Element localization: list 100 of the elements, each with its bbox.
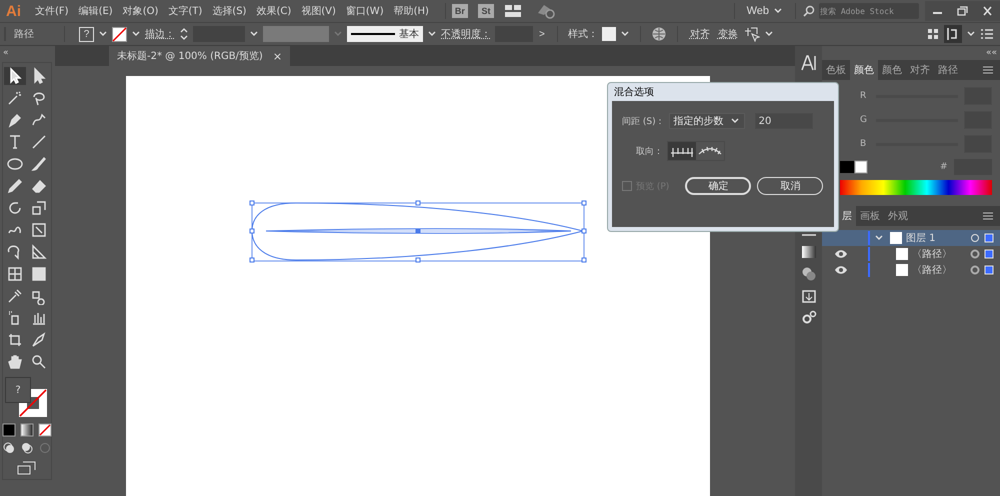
style-swatch[interactable] [602,27,616,41]
panel-tab[interactable]: 路径 [934,60,962,80]
panel-tab[interactable]: 颜色 [850,60,878,80]
steps-field[interactable]: 20 [754,113,813,129]
eyedropper-icon[interactable] [6,287,24,305]
app-logo: Ai [6,2,21,20]
transform-link[interactable]: 变换 [716,27,740,41]
menu-item[interactable]: 编辑(E) [78,4,113,18]
color-mode-icon[interactable] [2,423,16,437]
panel-menu-icon[interactable] [982,65,994,75]
expand-caret-icon[interactable] [874,234,884,242]
artboard-icon[interactable] [6,331,24,349]
path-thumbnail [896,248,908,260]
caret-icon[interactable] [764,30,774,38]
sublayer-row[interactable]: 〈路径〉 [822,262,1000,278]
panel-tab[interactable]: 颜色 [878,60,906,80]
menu-item[interactable]: 文字(T) [168,4,202,18]
scale-icon[interactable] [30,199,48,217]
selection-square-icon[interactable] [984,265,994,275]
menu-item[interactable]: 文件(F) [35,4,69,18]
workspace-switcher[interactable]: Web [740,5,789,17]
caret-icon[interactable] [427,30,437,38]
ok-button[interactable]: 确定 [685,177,752,195]
stock-search-field[interactable]: 搜索 Adobe Stock [819,3,919,19]
align-to-page-button[interactable] [668,142,696,160]
character-icon[interactable] [800,54,818,72]
screen-mode-icon[interactable] [17,461,37,475]
panel-tab[interactable]: 外观 [884,206,912,226]
cancel-button[interactable]: 取消 [757,177,824,195]
caret-icon[interactable] [249,30,259,38]
draw-mode-icon[interactable] [2,441,16,455]
orientation-label: 取向： [636,146,663,158]
document-tab[interactable]: 未标题-2* @ 100% (RGB/预览) × [109,46,290,66]
menu-item[interactable]: 帮助(H) [394,4,429,18]
hex-label: # [940,162,949,172]
search-icon [802,5,816,17]
selection-square-icon[interactable] [984,233,994,243]
stroke-swatch[interactable] [112,26,127,42]
panel-tab[interactable]: 色板 [822,60,850,80]
brush-icon[interactable] [30,155,48,173]
opacity-arrow-button[interactable]: > [537,28,547,40]
menu-item[interactable]: 选择(S) [212,4,246,18]
free-transform-icon[interactable] [30,221,48,239]
zoom-icon[interactable] [30,353,48,371]
blend-shape-drawing[interactable] [248,199,588,264]
stroke-swatch[interactable] [19,389,47,417]
sublayer-name: 〈路径〉 [912,248,952,261]
panel-tab[interactable]: 画板 [856,206,884,226]
line-icon[interactable] [30,133,48,151]
menu-icon[interactable] [980,28,994,40]
perspective-grid-icon[interactable] [30,243,48,261]
variable-width-field[interactable] [263,26,329,42]
panel-menu-icon[interactable] [982,211,994,221]
menu-item[interactable]: 对象(O) [122,4,158,18]
visibility-eye-icon[interactable] [834,265,848,275]
bridge-button[interactable]: St [478,4,494,18]
visibility-eye-icon[interactable] [834,249,848,259]
spacing-dropdown[interactable]: 指定的步数 [668,113,745,129]
pencil-icon[interactable] [6,177,24,195]
bridge-button[interactable]: Br [452,4,468,18]
fill-swatch[interactable]: ? [5,377,31,403]
selection-square-icon[interactable] [984,249,994,259]
menu-item[interactable]: 效果(C) [256,4,292,18]
sublayer-row[interactable]: 〈路径〉 [822,246,1000,262]
layer-row[interactable]: 图层 1 [822,230,1000,246]
style-label: 样式： [568,28,598,41]
panel-tab[interactable]: 对齐 [906,60,934,80]
collapse-button[interactable]: «« [982,46,1000,60]
magic-wand-icon[interactable] [6,89,24,107]
caret-icon[interactable] [966,30,976,38]
sync-icon[interactable] [536,3,556,19]
fill-swatch[interactable]: ? [79,26,94,42]
none-swatch-icon[interactable] [38,423,52,437]
panel-toggle-icon[interactable] [946,27,960,41]
stroke-profile-dropdown[interactable]: 基本 [347,26,423,42]
caret-icon[interactable] [620,30,630,38]
channel-label: B [860,139,868,149]
opacity-label[interactable]: 不透明度： [441,27,491,41]
isolate-icon[interactable] [744,26,760,42]
gradient-panel-icon[interactable] [800,244,818,260]
menu-item[interactable]: 窗口(W) [346,4,384,18]
stroke-label[interactable]: 描边： [145,27,175,41]
caret-icon[interactable] [131,30,141,38]
export-icon[interactable] [800,288,818,304]
gears-icon[interactable] [800,310,818,326]
channel-label: G [860,115,868,125]
eraser-icon[interactable] [30,177,48,195]
layout-icon[interactable] [504,4,522,18]
globe-icon[interactable] [650,26,667,42]
draw-behind-icon[interactable] [20,441,34,455]
menu-item[interactable]: 视图(V) [301,4,336,18]
collapse-button[interactable]: « [0,46,55,60]
color-spectrum[interactable] [840,180,992,195]
align-link[interactable]: 对齐 [688,27,712,41]
grid-icon[interactable] [926,27,940,41]
caret-icon[interactable] [98,30,108,38]
mesh-icon[interactable] [6,265,24,283]
gradient-swatch-icon[interactable] [20,423,34,437]
stepper-icon[interactable] [179,26,189,42]
transparency-icon[interactable] [800,266,818,282]
